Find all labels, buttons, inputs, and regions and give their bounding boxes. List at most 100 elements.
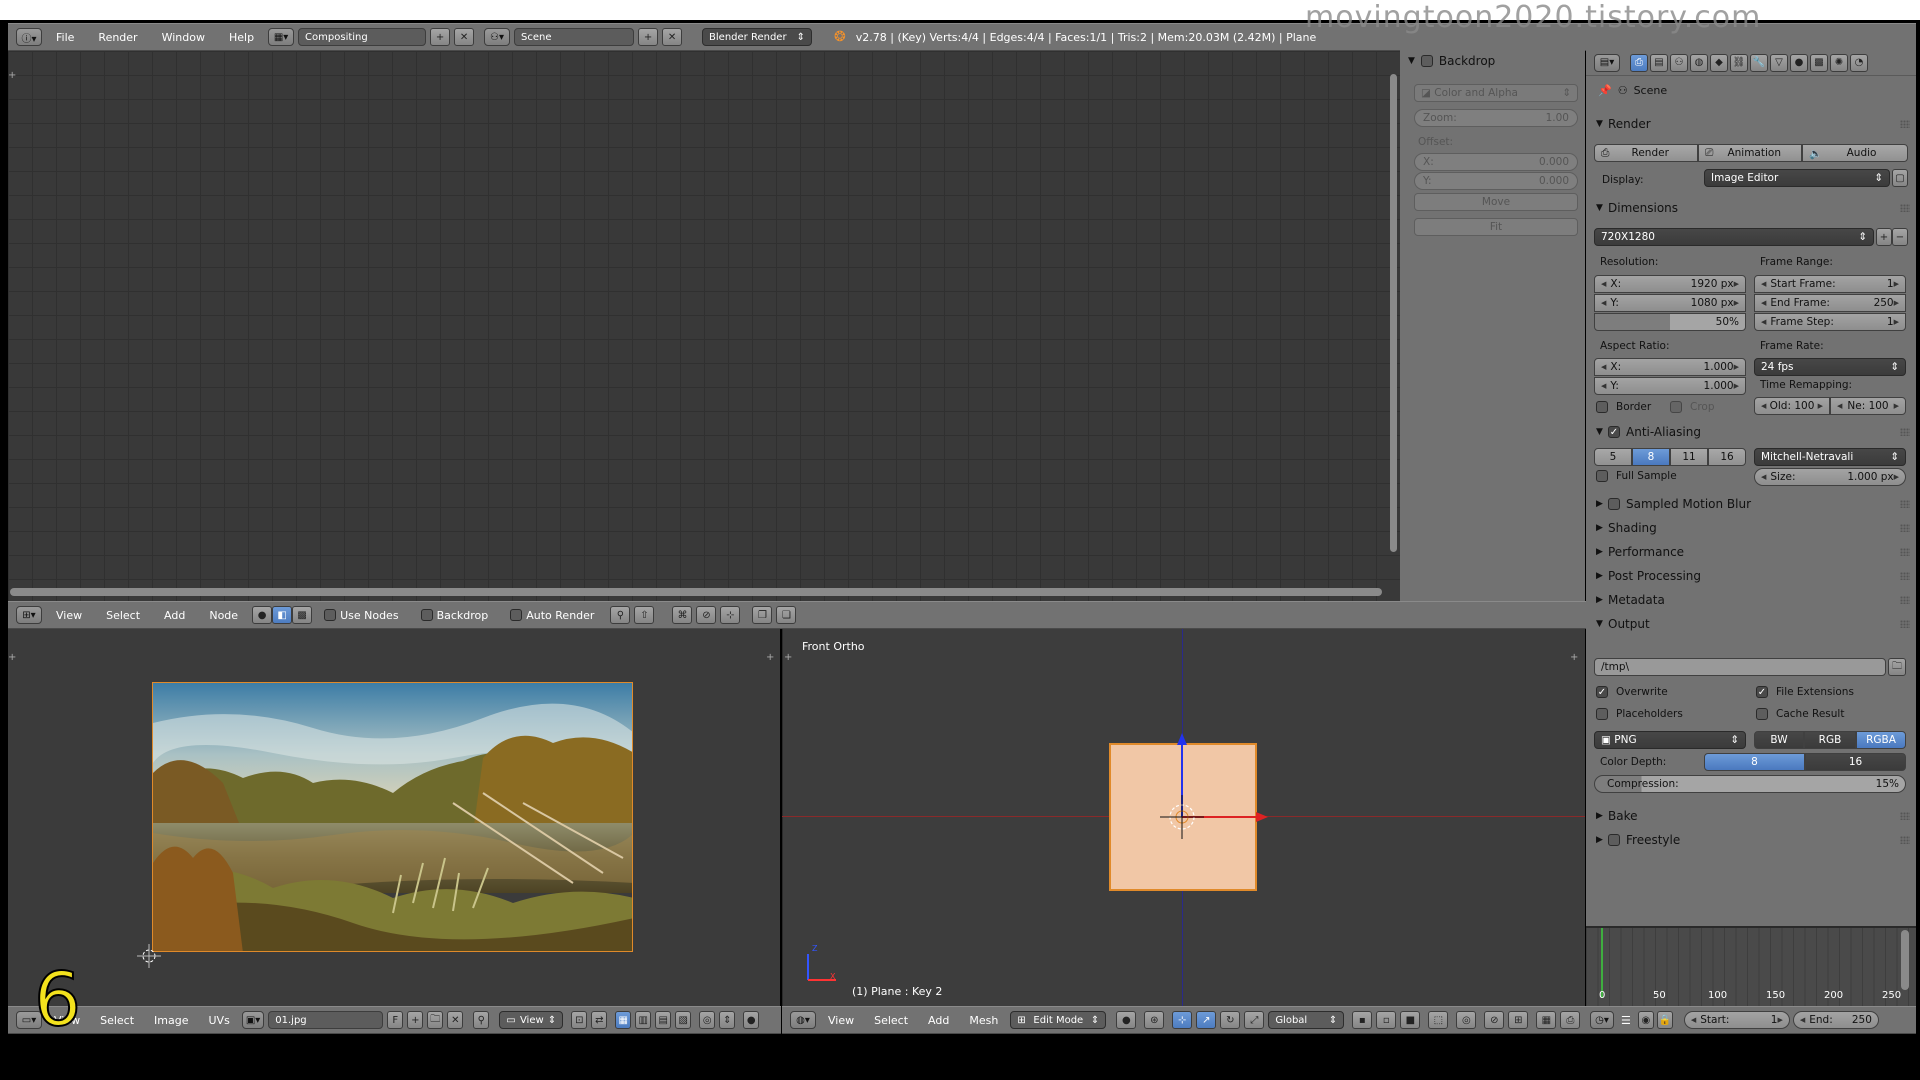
render-lock-icon[interactable]: ▢ xyxy=(1892,169,1908,187)
output-browse-folder-icon[interactable]: 🗀 xyxy=(1888,658,1906,676)
menu-help[interactable]: Help xyxy=(219,31,264,44)
backdrop-checkbox[interactable] xyxy=(420,609,433,621)
cache-result-option[interactable]: Cache Result xyxy=(1756,708,1844,720)
motion-blur-checkbox[interactable] xyxy=(1608,498,1620,510)
pin-icon[interactable]: ⚲ xyxy=(610,606,631,624)
parent-tree-icon[interactable]: ⇧ xyxy=(634,606,655,624)
backdrop-move-button[interactable]: Move xyxy=(1414,193,1578,211)
color-mode-rgba[interactable]: RGBA xyxy=(1856,731,1906,749)
image-editor-corner-plus-icon[interactable]: + xyxy=(766,652,774,663)
node-editor-canvas[interactable] xyxy=(8,51,1400,603)
2d-cursor-icon[interactable] xyxy=(137,944,161,968)
scene-icon[interactable]: ⚇▾ xyxy=(484,28,511,46)
display-dropdown[interactable]: Image Editor ⇕ xyxy=(1704,169,1890,187)
pin-image-icon[interactable]: ⚲ xyxy=(473,1011,490,1029)
new-image-icon[interactable]: + xyxy=(407,1011,424,1029)
edge-select-mode-icon[interactable]: ▫ xyxy=(1376,1011,1397,1029)
color-mode-rgb[interactable]: RGB xyxy=(1804,731,1856,749)
modifiers-tab-icon[interactable]: 🔧 xyxy=(1750,53,1768,72)
overwrite-checkbox[interactable] xyxy=(1596,686,1608,698)
backdrop-zoom-field[interactable]: Zoom: 1.00 xyxy=(1414,109,1578,127)
image-view-dropdown[interactable]: ▭ View ⇕ xyxy=(499,1011,564,1029)
node-menu-add[interactable]: Add xyxy=(154,609,195,622)
remove-screen-icon[interactable]: ✕ xyxy=(454,28,475,46)
performance-section-header[interactable]: ▶ Performance xyxy=(1596,542,1910,562)
remove-scene-icon[interactable]: ✕ xyxy=(662,28,683,46)
menu-window[interactable]: Window xyxy=(152,31,215,44)
uv-sync-icon[interactable]: ⇄ xyxy=(591,1011,608,1029)
manipulator-toggle-icon[interactable]: ⊹ xyxy=(1172,1011,1193,1029)
render-preset-dropdown[interactable]: 720X1280 ⇕ xyxy=(1594,228,1874,246)
add-screen-icon[interactable]: + xyxy=(430,28,451,46)
frame-rate-dropdown[interactable]: 24 fps ⇕ xyxy=(1754,358,1906,376)
unlink-image-icon[interactable]: ✕ xyxy=(447,1011,464,1029)
color-mode-bw[interactable]: BW xyxy=(1754,731,1804,749)
scene-field[interactable]: Scene xyxy=(514,28,635,46)
node-editor-corner-plus-icon[interactable]: + xyxy=(8,70,16,81)
snap-uv-icon[interactable]: ⇕ xyxy=(719,1011,736,1029)
anti-aliasing-section-header[interactable]: ▼Anti-Aliasing xyxy=(1596,422,1910,442)
color-depth-16[interactable]: 16 xyxy=(1805,753,1906,771)
snap-icon[interactable]: ⌘ xyxy=(672,606,693,624)
scale-manipulator-icon[interactable]: ⤢ xyxy=(1244,1011,1265,1029)
compression-slider[interactable]: Compression: 15% xyxy=(1594,775,1906,793)
image-menu-select[interactable]: Select xyxy=(92,1014,142,1027)
object-tab-icon[interactable]: ◆ xyxy=(1710,53,1728,72)
rotate-manipulator-icon[interactable]: ↻ xyxy=(1220,1011,1241,1029)
backdrop-offset-y-field[interactable]: Y: 0.000 xyxy=(1414,172,1578,190)
node-menu-view[interactable]: View xyxy=(46,609,92,622)
image-editor-plus-icon[interactable]: + xyxy=(8,652,16,663)
aa-samples-8[interactable]: 8 xyxy=(1632,448,1670,466)
viewport-menu-select[interactable]: Select xyxy=(866,1014,916,1027)
overwrite-option[interactable]: Overwrite xyxy=(1596,686,1668,698)
shader-nodes-icon[interactable]: ● xyxy=(252,606,273,624)
viewport-menu-add[interactable]: Add xyxy=(920,1014,957,1027)
backdrop-offset-x-field[interactable]: X: 0.000 xyxy=(1414,153,1578,171)
dimensions-section-header[interactable]: ▼ Dimensions xyxy=(1596,198,1910,218)
copy-icon[interactable]: ❐ xyxy=(752,606,773,624)
opengl-render-icon[interactable]: ⎙ xyxy=(1560,1011,1581,1029)
auto-render-checkbox[interactable] xyxy=(510,609,523,621)
file-format-dropdown[interactable]: ▣ PNG ⇕ xyxy=(1594,731,1746,749)
time-remap-old-field[interactable]: ◀ Old: 100 ▶ xyxy=(1754,397,1830,415)
constraints-tab-icon[interactable]: ⛓ xyxy=(1730,53,1748,72)
aa-size-field[interactable]: ◀ Size: 1.000 px ▶ xyxy=(1754,468,1906,486)
placeholders-checkbox[interactable] xyxy=(1596,708,1608,720)
resolution-percentage-slider[interactable]: 50% xyxy=(1594,313,1746,331)
output-section-header[interactable]: ▼ Output xyxy=(1596,614,1910,634)
audio-button[interactable]: 🔈 Audio xyxy=(1802,144,1908,162)
aspect-y-field[interactable]: ◀ Y: 1.000 ▶ xyxy=(1594,377,1746,395)
freestyle-section-header[interactable]: ▶ Freestyle xyxy=(1596,830,1910,850)
backdrop-panel-header[interactable]: ▼ Backdrop xyxy=(1408,54,1495,68)
node-menu-node[interactable]: Node xyxy=(199,609,248,622)
viewport-editor-type-button[interactable]: ◍▾ xyxy=(790,1011,816,1029)
time-remap-new-field[interactable]: ◀ Ne: 100 ▶ xyxy=(1830,397,1906,415)
viewport-left-plus-icon[interactable]: + xyxy=(784,652,792,663)
fake-user-button[interactable]: F xyxy=(387,1011,404,1029)
output-path-field[interactable]: /tmp\ xyxy=(1594,658,1886,676)
interaction-mode-dropdown[interactable]: ⊞ Edit Mode ⇕ xyxy=(1010,1011,1107,1029)
resolution-x-field[interactable]: ◀ X: 1920 px ▶ xyxy=(1594,275,1746,293)
border-option[interactable]: Border xyxy=(1596,401,1651,413)
use-nodes-checkbox[interactable] xyxy=(324,609,337,621)
cache-result-checkbox[interactable] xyxy=(1756,708,1768,720)
translate-manipulator-icon[interactable]: ↗ xyxy=(1196,1011,1217,1029)
remove-preset-icon[interactable]: − xyxy=(1892,228,1908,246)
timeline-current-frame-line[interactable] xyxy=(1601,928,1603,998)
texture-tab-icon[interactable]: ▩ xyxy=(1810,53,1828,72)
animation-button[interactable]: ⎚ Animation xyxy=(1698,144,1802,162)
backdrop-fit-button[interactable]: Fit xyxy=(1414,218,1578,236)
particles-tab-icon[interactable]: ✺ xyxy=(1830,53,1848,72)
snap-element-mode-icon[interactable]: ⊞ xyxy=(1508,1011,1529,1029)
paste-icon[interactable]: ❏ xyxy=(776,606,797,624)
bake-section-header[interactable]: ▶ Bake xyxy=(1596,806,1910,826)
pivot-point-icon[interactable]: ⊛ xyxy=(1144,1011,1165,1029)
anti-aliasing-checkbox[interactable] xyxy=(1608,426,1620,438)
timeline-start-field[interactable]: ◀ Start: 1 ▶ xyxy=(1683,1011,1790,1029)
aa-filter-dropdown[interactable]: Mitchell-Netravali ⇕ xyxy=(1754,448,1906,466)
face-select-mode-icon[interactable]: ■ xyxy=(1400,1011,1421,1029)
face-select-icon[interactable]: ▤ xyxy=(655,1011,672,1029)
edge-select-icon[interactable]: ▥ xyxy=(635,1011,652,1029)
shading-section-header[interactable]: ▶ Shading xyxy=(1596,518,1910,538)
border-checkbox[interactable] xyxy=(1596,401,1608,413)
